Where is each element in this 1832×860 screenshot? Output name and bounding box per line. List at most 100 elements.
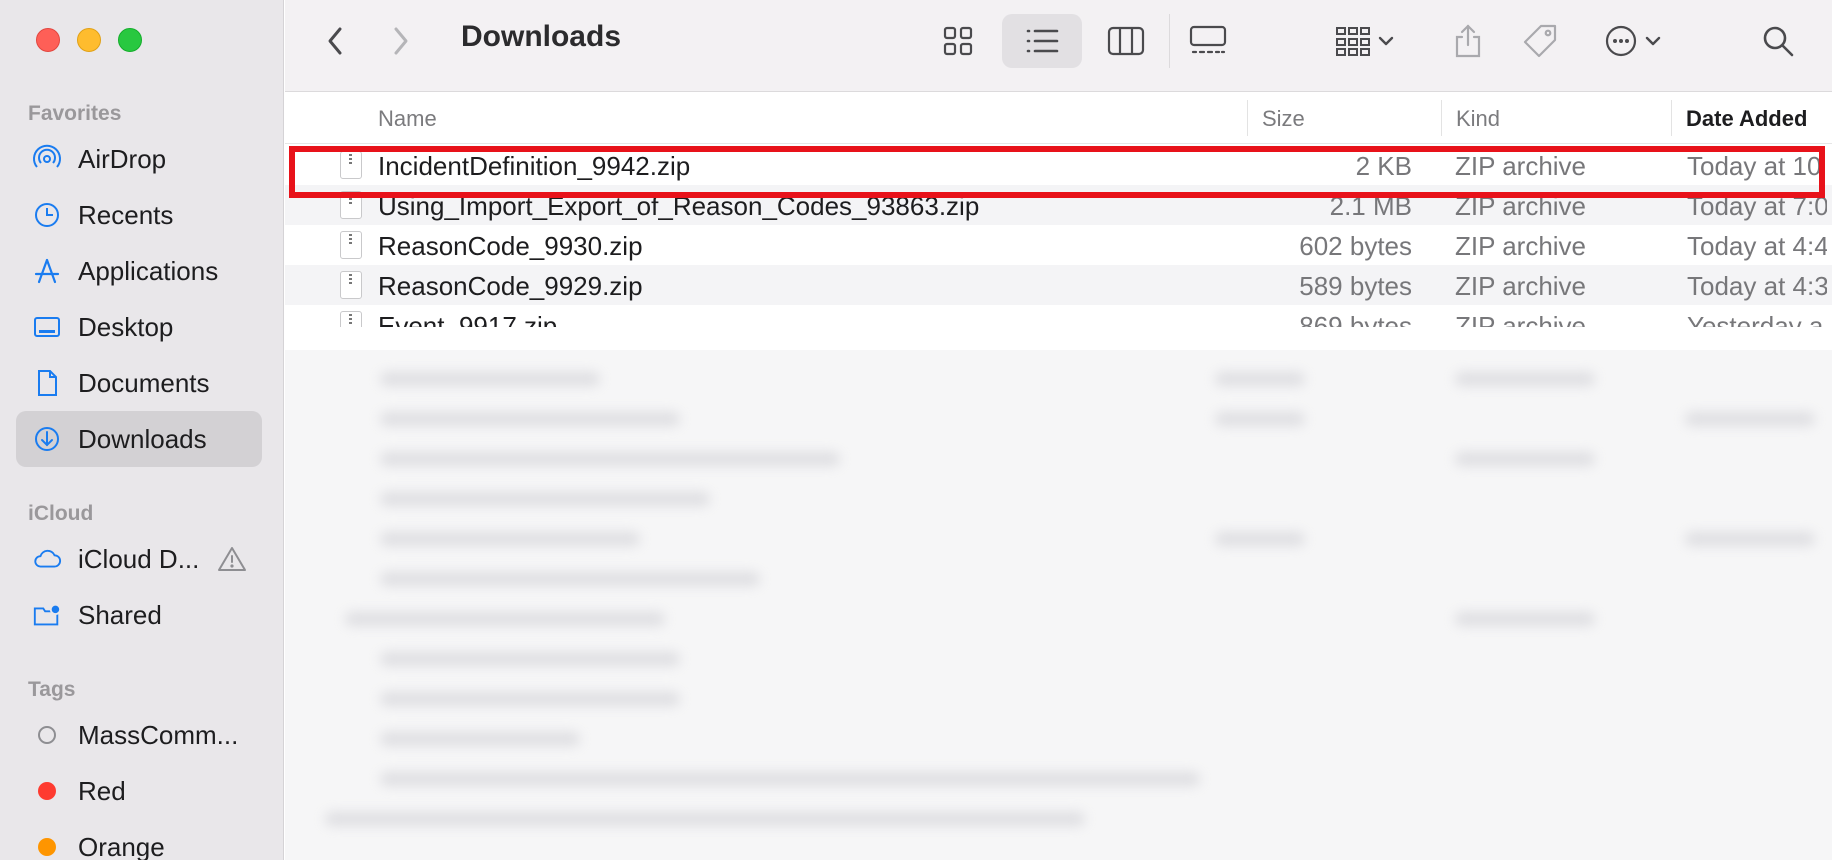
file-size: 589 bytes [1299, 271, 1412, 301]
share-button[interactable] [1445, 14, 1491, 68]
sidebar-item-label: iCloud D... [78, 543, 200, 574]
file-kind: ZIP archive [1455, 191, 1587, 221]
file-name: IncidentDefinition_9942.zip [378, 151, 691, 181]
share-icon [1455, 24, 1481, 58]
column-divider[interactable] [1441, 100, 1442, 136]
orange-tag-icon [32, 832, 62, 860]
tag-icon [1523, 24, 1557, 58]
warning-icon[interactable] [217, 545, 247, 573]
column-view-button[interactable] [1093, 14, 1159, 68]
column-header-size[interactable]: Size [1262, 106, 1305, 132]
file-list: IncidentDefinition_9942.zip 2 KB ZIP arc… [285, 145, 1832, 327]
sidebar-item-shared[interactable]: Shared [16, 587, 262, 643]
sidebar-item-desktop[interactable]: Desktop [16, 299, 262, 355]
chevron-down-icon [1645, 36, 1661, 46]
sidebar-item-label: Applications [78, 255, 219, 286]
zip-file-icon [340, 311, 362, 327]
cloud-icon [32, 544, 62, 574]
column-header-date-added[interactable]: Date Added [1686, 106, 1807, 132]
more-actions-button[interactable] [1593, 14, 1673, 68]
sidebar-item-label: Shared [78, 599, 162, 630]
table-row[interactable]: Using_Import_Export_of_Reason_Codes_9386… [285, 185, 1832, 225]
sidebar-item-tag-red[interactable]: Red [16, 763, 262, 819]
sidebar-item-label: MassComm... [78, 719, 239, 750]
table-row[interactable]: ReasonCode_9930.zip 602 bytes ZIP archiv… [285, 225, 1832, 265]
close-window-button[interactable] [36, 28, 60, 52]
search-button[interactable] [1753, 14, 1803, 68]
file-size: 2.1 MB [1329, 191, 1412, 221]
sidebar-item-applications[interactable]: Applications [16, 243, 262, 299]
sidebar-item-label: AirDrop [78, 143, 167, 174]
table-row[interactable]: Event_9917.zip 869 bytes ZIP archive Yes… [285, 305, 1832, 327]
sidebar-item-tag-orange[interactable]: Orange [16, 819, 262, 860]
columns-icon [1107, 26, 1145, 56]
ellipsis-circle-icon [1605, 25, 1637, 57]
file-size: 869 bytes [1299, 311, 1412, 327]
sidebar-item-label: Orange [78, 831, 165, 860]
column-header-kind[interactable]: Kind [1456, 106, 1500, 132]
icon-view-button[interactable] [925, 14, 991, 68]
file-kind: ZIP archive [1455, 231, 1587, 261]
sidebar-item-airdrop[interactable]: AirDrop [16, 131, 262, 187]
column-header-row: Name Size Kind Date Added [285, 92, 1832, 144]
list-view-button[interactable] [1002, 14, 1082, 68]
sidebar: Favorites AirDrop Recents Applications D… [0, 0, 284, 860]
sidebar-item-label: Red [78, 775, 126, 806]
file-name: Event_9917.zip [378, 311, 558, 327]
chevron-down-icon [1378, 36, 1394, 46]
file-kind: ZIP archive [1455, 271, 1587, 301]
applications-icon [32, 256, 62, 286]
sidebar-item-label: Desktop [78, 311, 174, 342]
red-tag-icon [32, 776, 62, 806]
sidebar-item-recents[interactable]: Recents [16, 187, 262, 243]
icon-grid-icon [943, 26, 973, 56]
zip-file-icon [340, 271, 362, 299]
sidebar-item-label: Recents [78, 199, 174, 230]
forward-button[interactable] [381, 14, 421, 68]
window-title: Downloads [461, 20, 622, 53]
file-name: Using_Import_Export_of_Reason_Codes_9386… [378, 191, 980, 221]
table-row[interactable]: ReasonCode_9929.zip 589 bytes ZIP archiv… [285, 265, 1832, 305]
file-date-added: Today at 10 [1687, 151, 1822, 181]
sidebar-item-tag-masscomm[interactable]: MassComm... [16, 707, 262, 763]
minimize-window-button[interactable] [77, 28, 101, 52]
group-by-button[interactable] [1325, 14, 1405, 68]
search-icon [1763, 26, 1794, 57]
blurred-file-list [285, 350, 1832, 860]
sidebar-item-documents[interactable]: Documents [16, 355, 262, 411]
zip-file-icon [340, 231, 362, 259]
column-divider[interactable] [1247, 100, 1248, 136]
file-date-added: Today at 4:3 [1687, 271, 1827, 301]
icloud-section-title: iCloud [28, 502, 94, 525]
sidebar-item-label: Downloads [78, 423, 207, 454]
back-button[interactable] [315, 14, 355, 68]
sidebar-item-label: Documents [78, 367, 210, 398]
group-icon [1336, 27, 1370, 56]
tag-button[interactable] [1517, 14, 1563, 68]
window-controls [36, 28, 142, 52]
sidebar-item-icloud-drive[interactable]: iCloud D... [16, 531, 262, 587]
favorites-section-title: Favorites [28, 102, 122, 125]
table-row[interactable]: IncidentDefinition_9942.zip 2 KB ZIP arc… [285, 145, 1832, 185]
file-kind: ZIP archive [1455, 151, 1587, 181]
column-header-name[interactable]: Name [378, 106, 437, 132]
file-date-added: Today at 4:4 [1687, 231, 1827, 261]
file-size: 602 bytes [1299, 231, 1412, 261]
column-divider[interactable] [1671, 100, 1672, 136]
file-name: ReasonCode_9930.zip [378, 231, 643, 261]
toolbar: Downloads [285, 0, 1832, 92]
gallery-view-button[interactable] [1169, 14, 1245, 68]
gallery-icon [1189, 25, 1226, 54]
document-icon [32, 368, 62, 398]
file-date-added: Yesterday a [1687, 311, 1824, 327]
shared-folder-icon [32, 600, 62, 630]
airdrop-icon [32, 144, 62, 174]
file-kind: ZIP archive [1455, 311, 1587, 327]
download-icon [32, 424, 62, 454]
tag-circle-icon [32, 720, 62, 750]
list-icon [1026, 29, 1059, 53]
file-name: ReasonCode_9929.zip [378, 271, 643, 301]
zoom-window-button[interactable] [118, 28, 142, 52]
file-date-added: Today at 7:0 [1687, 191, 1827, 221]
sidebar-item-downloads[interactable]: Downloads [16, 411, 262, 467]
